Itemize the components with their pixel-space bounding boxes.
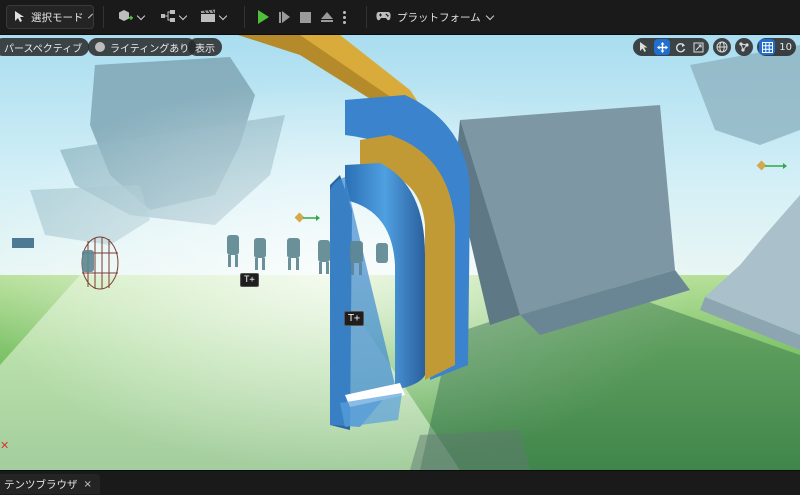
scale-icon[interactable] bbox=[690, 39, 706, 55]
gamepad-icon bbox=[376, 10, 391, 25]
clapperboard-icon bbox=[200, 9, 216, 26]
select-mode-icon bbox=[13, 10, 25, 25]
bottom-drawer-bar: テンツブラウザ × bbox=[0, 470, 800, 495]
selection-mode-label: 選択モード bbox=[31, 11, 84, 24]
view-mode-label: ライティングあり bbox=[110, 43, 190, 55]
level-viewport[interactable]: パースペクティブ ライティングあり 表示 10 T+ T+ ✕ bbox=[0, 35, 800, 470]
content-browser-tab[interactable]: テンツブラウザ × bbox=[0, 474, 100, 494]
target-point-marker[interactable]: T+ bbox=[240, 273, 259, 287]
origin-marker-icon: ✕ bbox=[0, 439, 10, 452]
viewport-transform-tools: 10 bbox=[633, 38, 796, 56]
grid-snap-toggle[interactable]: 10 bbox=[757, 38, 796, 56]
selection-mode-dropdown[interactable]: 選択モード bbox=[6, 5, 94, 29]
play-options-kebab-icon[interactable] bbox=[343, 10, 346, 24]
viewport-scene-render bbox=[0, 35, 800, 470]
play-icon[interactable] bbox=[258, 10, 269, 24]
close-icon[interactable]: × bbox=[84, 479, 92, 490]
content-browser-tab-label: テンツブラウザ bbox=[4, 478, 78, 491]
blueprint-nodes-icon bbox=[160, 9, 176, 26]
step-frame-icon[interactable] bbox=[279, 11, 290, 23]
add-actor-button[interactable] bbox=[114, 5, 148, 29]
world-space-globe-icon[interactable] bbox=[713, 38, 732, 56]
eject-icon[interactable] bbox=[321, 12, 333, 22]
translate-move-icon[interactable] bbox=[654, 39, 671, 55]
view-mode-button[interactable]: ライティングあり bbox=[88, 38, 197, 56]
play-controls bbox=[254, 5, 350, 29]
target-point-marker[interactable]: T+ bbox=[344, 311, 365, 326]
add-cube-icon bbox=[118, 9, 134, 26]
perspective-menu-button[interactable]: パースペクティブ bbox=[0, 38, 90, 56]
stop-icon[interactable] bbox=[300, 11, 311, 23]
chevron-down-icon bbox=[485, 11, 494, 20]
toolbar-divider bbox=[103, 6, 104, 28]
cinematics-button[interactable] bbox=[196, 5, 230, 29]
grid-snap-icon[interactable] bbox=[759, 39, 776, 55]
select-arrow-icon[interactable] bbox=[636, 39, 652, 55]
lit-mode-icon bbox=[95, 42, 105, 52]
main-toolbar: 選択モード プラットフォーム bbox=[0, 0, 800, 35]
toolbar-divider bbox=[244, 6, 245, 28]
platforms-dropdown[interactable]: プラットフォーム bbox=[376, 5, 494, 29]
platforms-label: プラットフォーム bbox=[397, 11, 481, 24]
chevron-down-icon bbox=[178, 11, 188, 20]
show-flags-button[interactable]: 表示 bbox=[188, 38, 222, 56]
show-flags-label: 表示 bbox=[195, 43, 215, 55]
grid-snap-value[interactable]: 10 bbox=[779, 42, 792, 53]
toolbar-divider bbox=[366, 6, 367, 28]
rotate-icon[interactable] bbox=[672, 39, 688, 55]
surface-snapping-icon[interactable] bbox=[735, 38, 754, 56]
chevron-down-icon bbox=[218, 11, 228, 20]
chevron-down-icon bbox=[87, 13, 93, 18]
perspective-label: パースペクティブ bbox=[4, 43, 83, 55]
chevron-down-icon bbox=[136, 11, 146, 20]
blueprint-button[interactable] bbox=[156, 5, 190, 29]
transform-mode-group bbox=[633, 38, 710, 56]
